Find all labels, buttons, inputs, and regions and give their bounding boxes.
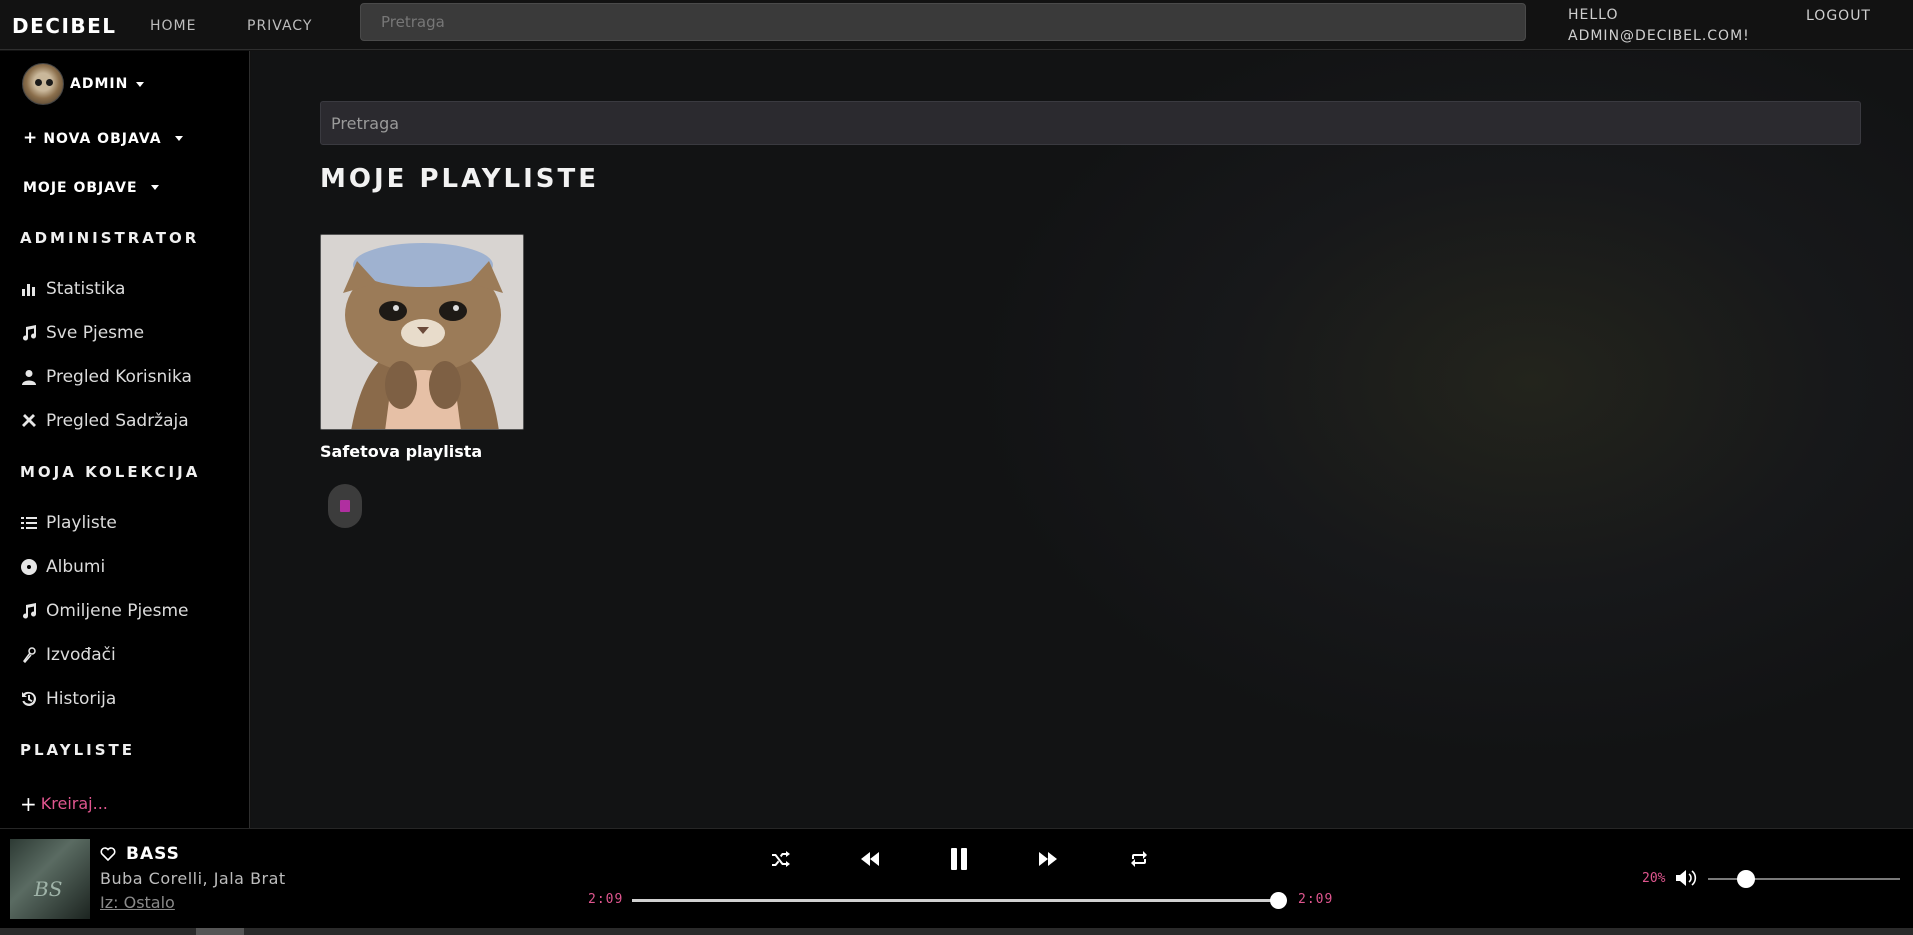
previous-button[interactable]: [858, 847, 882, 871]
collection-heading: MOJA KOLEKCIJA: [20, 463, 201, 481]
rewind-icon: [861, 852, 879, 866]
user-menu-dropdown[interactable]: ADMIN: [22, 63, 145, 105]
music-note-icon: [20, 602, 38, 620]
microphone-icon: [20, 646, 38, 664]
volume-percent: 20%: [1642, 871, 1666, 886]
progress-handle[interactable]: [1270, 892, 1287, 909]
sidebar-item-omiljene-pjesme[interactable]: Omiljene Pjesme: [20, 601, 189, 621]
sidebar-item-pregled-korisnika[interactable]: Pregled Korisnika: [20, 367, 192, 387]
music-note-icon: [20, 324, 38, 342]
volume-icon[interactable]: [1676, 869, 1698, 887]
new-post-label: NOVA OBJAVA: [43, 131, 162, 147]
sidebar-item-label: Pregled Korisnika: [46, 367, 192, 387]
greeting-line-1: HELLO: [1568, 7, 1619, 23]
sidebar-item-label: Sve Pjesme: [46, 323, 145, 343]
user-icon: [20, 368, 38, 386]
sidebar-item-pregled-sadrzaja[interactable]: Pregled Sadržaja: [20, 411, 189, 431]
list-icon: [20, 514, 38, 532]
progress-fill: [632, 899, 1278, 902]
shuffle-icon: [772, 851, 790, 867]
song-title: BASS: [126, 844, 180, 864]
sidebar-item-label: Pregled Sadržaja: [46, 411, 189, 431]
song-source-link[interactable]: Iz: Ostalo: [100, 893, 175, 912]
chart-bar-icon: [20, 280, 38, 298]
progress-slider[interactable]: [632, 892, 1287, 909]
playlists-heading: PLAYLISTE: [20, 741, 136, 759]
repeat-icon: [1131, 851, 1147, 867]
album-cover-art: BS: [34, 877, 63, 901]
total-time: 2:09: [1298, 892, 1334, 907]
sidebar-item-label: Historija: [46, 689, 117, 709]
album-cover: BS: [10, 839, 90, 919]
pause-icon: [951, 848, 967, 870]
sidebar: ADMIN + NOVA OBJAVA MOJE OBJAVE ADMINIST…: [0, 51, 250, 828]
top-navbar: DECIBEL HOME PRIVACY HELLO ADMIN@DECIBEL…: [0, 0, 1913, 50]
main-content: MOJE PLAYLISTE Safetova playlista: [251, 51, 1913, 828]
disc-icon: [20, 558, 38, 576]
scrollbar-thumb[interactable]: [196, 928, 244, 935]
sidebar-item-label: Omiljene Pjesme: [46, 601, 189, 621]
greeting-line-2: ADMIN@DECIBEL.COM!: [1568, 28, 1750, 44]
playlist-name[interactable]: Safetova playlista: [320, 442, 524, 461]
nav-privacy-link[interactable]: PRIVACY: [247, 18, 312, 34]
history-icon: [20, 690, 38, 708]
nav-home-link[interactable]: HOME: [150, 18, 196, 34]
shuffle-button[interactable]: [769, 847, 793, 871]
music-player-bar: BS BASS Buba Corelli, Jala Brat Iz: Osta…: [0, 828, 1913, 928]
user-name: ADMIN: [70, 76, 129, 92]
playlist-search-input[interactable]: [320, 101, 1861, 145]
song-artist[interactable]: Buba Corelli, Jala Brat: [100, 869, 286, 888]
brand-logo[interactable]: DECIBEL: [12, 14, 117, 38]
pause-button[interactable]: [947, 847, 971, 871]
fast-forward-icon: [1039, 852, 1057, 866]
sidebar-item-statistika[interactable]: Statistika: [20, 279, 125, 299]
sidebar-item-label: Izvođači: [46, 645, 116, 665]
sidebar-item-label: Albumi: [46, 557, 106, 577]
admin-heading: ADMINISTRATOR: [20, 229, 200, 247]
top-search-input[interactable]: [360, 3, 1526, 41]
page-title: MOJE PLAYLISTE: [320, 164, 600, 194]
new-post-dropdown[interactable]: + NOVA OBJAVA: [23, 128, 183, 148]
cat-photo: [321, 235, 523, 429]
volume-handle[interactable]: [1737, 870, 1756, 888]
create-playlist-link[interactable]: + Kreiraj...: [20, 791, 108, 816]
sidebar-item-albumi[interactable]: Albumi: [20, 557, 105, 577]
my-posts-dropdown[interactable]: MOJE OBJAVE: [23, 177, 159, 196]
tools-icon: [20, 412, 38, 430]
heart-icon[interactable]: [100, 846, 116, 862]
plus-icon: +: [20, 791, 37, 816]
avatar: [22, 63, 64, 105]
playlist-cover-image[interactable]: [320, 234, 524, 430]
sidebar-item-playliste[interactable]: Playliste: [20, 513, 117, 533]
user-greeting: HELLO ADMIN@DECIBEL.COM!: [1568, 5, 1750, 47]
sidebar-item-historija[interactable]: Historija: [20, 689, 116, 709]
my-posts-label: MOJE OBJAVE: [23, 180, 138, 196]
current-time: 2:09: [588, 892, 624, 907]
trash-icon: [340, 500, 350, 512]
caret-down-icon: [174, 136, 183, 141]
volume-slider[interactable]: [1708, 870, 1900, 888]
horizontal-scrollbar[interactable]: [0, 928, 1913, 935]
caret-down-icon: [150, 185, 159, 190]
create-playlist-label: Kreiraj...: [40, 794, 108, 813]
next-button[interactable]: [1036, 847, 1060, 871]
sidebar-item-sve-pjesme[interactable]: Sve Pjesme: [20, 323, 144, 343]
logout-link[interactable]: LOGOUT: [1806, 8, 1871, 24]
delete-playlist-button[interactable]: [328, 484, 362, 528]
sidebar-item-izvodaci[interactable]: Izvođači: [20, 645, 116, 665]
plus-icon: +: [23, 128, 39, 148]
playlist-card[interactable]: Safetova playlista: [320, 234, 524, 461]
repeat-button[interactable]: [1127, 847, 1151, 871]
sidebar-item-label: Statistika: [46, 279, 126, 299]
caret-down-icon: [136, 81, 145, 87]
sidebar-item-label: Playliste: [46, 513, 117, 533]
